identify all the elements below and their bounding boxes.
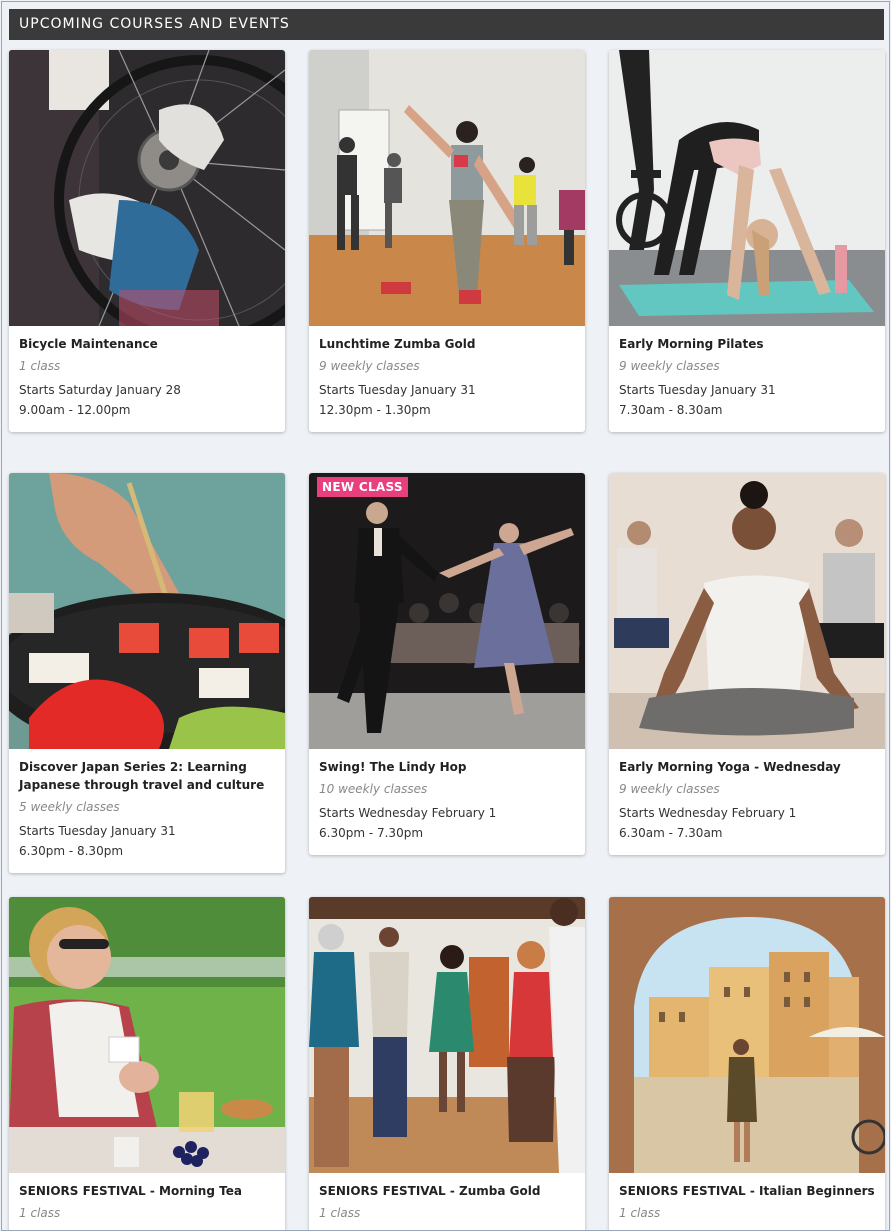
course-sessions: 9 weekly classes bbox=[319, 359, 420, 373]
course-start-date: Starts Tuesday January 31 bbox=[19, 824, 176, 838]
course-card-early-morning-yoga[interactable]: Early Morning Yoga - Wednesday 9 weekly … bbox=[609, 473, 885, 855]
course-title[interactable]: SENIORS FESTIVAL - Italian Beginners bbox=[619, 1182, 875, 1200]
course-image-sushi[interactable] bbox=[9, 473, 285, 749]
course-card-discover-japan[interactable]: Discover Japan Series 2: Learning Japane… bbox=[9, 473, 285, 873]
course-image-swing[interactable]: NEW CLASS bbox=[309, 473, 585, 749]
course-image-zumba[interactable] bbox=[309, 50, 585, 326]
course-title[interactable]: Swing! The Lindy Hop bbox=[319, 758, 575, 776]
page-frame: UPCOMING COURSES AND EVENTS Bicycle Main… bbox=[1, 1, 890, 1231]
course-image-morning-tea[interactable] bbox=[9, 897, 285, 1173]
course-time: 7.30am - 8.30am bbox=[619, 403, 723, 417]
course-title[interactable]: SENIORS FESTIVAL - Morning Tea bbox=[19, 1182, 275, 1200]
course-sessions: 1 class bbox=[19, 359, 61, 373]
course-time: 6.30pm - 8.30pm bbox=[19, 844, 124, 858]
course-card-seniors-morning-tea[interactable]: SENIORS FESTIVAL - Morning Tea 1 class bbox=[9, 897, 285, 1230]
course-title[interactable]: Lunchtime Zumba Gold bbox=[319, 335, 575, 353]
course-start-date: Starts Wednesday February 1 bbox=[619, 806, 797, 820]
course-card-early-morning-pilates[interactable]: Early Morning Pilates 9 weekly classes S… bbox=[609, 50, 885, 432]
course-image-pilates[interactable] bbox=[609, 50, 885, 326]
course-card-seniors-zumba-gold[interactable]: SENIORS FESTIVAL - Zumba Gold 1 class bbox=[309, 897, 585, 1230]
course-time: 6.30am - 7.30am bbox=[619, 826, 723, 840]
course-sessions: 1 class bbox=[319, 1206, 361, 1220]
course-sessions: 1 class bbox=[19, 1206, 61, 1220]
course-title[interactable]: Early Morning Yoga - Wednesday bbox=[619, 758, 875, 776]
section-header: UPCOMING COURSES AND EVENTS bbox=[9, 9, 884, 40]
course-start-date: Starts Tuesday January 31 bbox=[319, 383, 476, 397]
course-sessions: 10 weekly classes bbox=[319, 782, 428, 796]
new-class-badge: NEW CLASS bbox=[317, 477, 408, 497]
course-card-bicycle-maintenance[interactable]: Bicycle Maintenance 1 class Starts Satur… bbox=[9, 50, 285, 432]
course-sessions: 5 weekly classes bbox=[19, 800, 120, 814]
course-card-lunchtime-zumba-gold[interactable]: Lunchtime Zumba Gold 9 weekly classes St… bbox=[309, 50, 585, 432]
course-title[interactable]: Discover Japan Series 2: Learning Japane… bbox=[19, 758, 275, 794]
course-title[interactable]: Early Morning Pilates bbox=[619, 335, 875, 353]
course-title[interactable]: SENIORS FESTIVAL - Zumba Gold bbox=[319, 1182, 575, 1200]
course-card-swing-lindy-hop[interactable]: NEW CLASS Swing! The Lindy Hop 10 weekly… bbox=[309, 473, 585, 855]
course-image-dance-group[interactable] bbox=[309, 897, 585, 1173]
course-image-italy[interactable] bbox=[609, 897, 885, 1173]
course-sessions: 1 class bbox=[619, 1206, 661, 1220]
course-start-date: Starts Wednesday February 1 bbox=[319, 806, 497, 820]
course-card-seniors-italian-beginners[interactable]: SENIORS FESTIVAL - Italian Beginners 1 c… bbox=[609, 897, 885, 1230]
course-time: 6.30pm - 7.30pm bbox=[319, 826, 424, 840]
course-time: 12.30pm - 1.30pm bbox=[319, 403, 431, 417]
course-start-date: Starts Saturday January 28 bbox=[19, 383, 181, 397]
course-image-bicycle[interactable] bbox=[9, 50, 285, 326]
course-start-date: Starts Tuesday January 31 bbox=[619, 383, 776, 397]
course-title[interactable]: Bicycle Maintenance bbox=[19, 335, 275, 353]
course-time: 9.00am - 12.00pm bbox=[19, 403, 131, 417]
course-sessions: 9 weekly classes bbox=[619, 782, 720, 796]
course-image-yoga[interactable] bbox=[609, 473, 885, 749]
course-sessions: 9 weekly classes bbox=[619, 359, 720, 373]
